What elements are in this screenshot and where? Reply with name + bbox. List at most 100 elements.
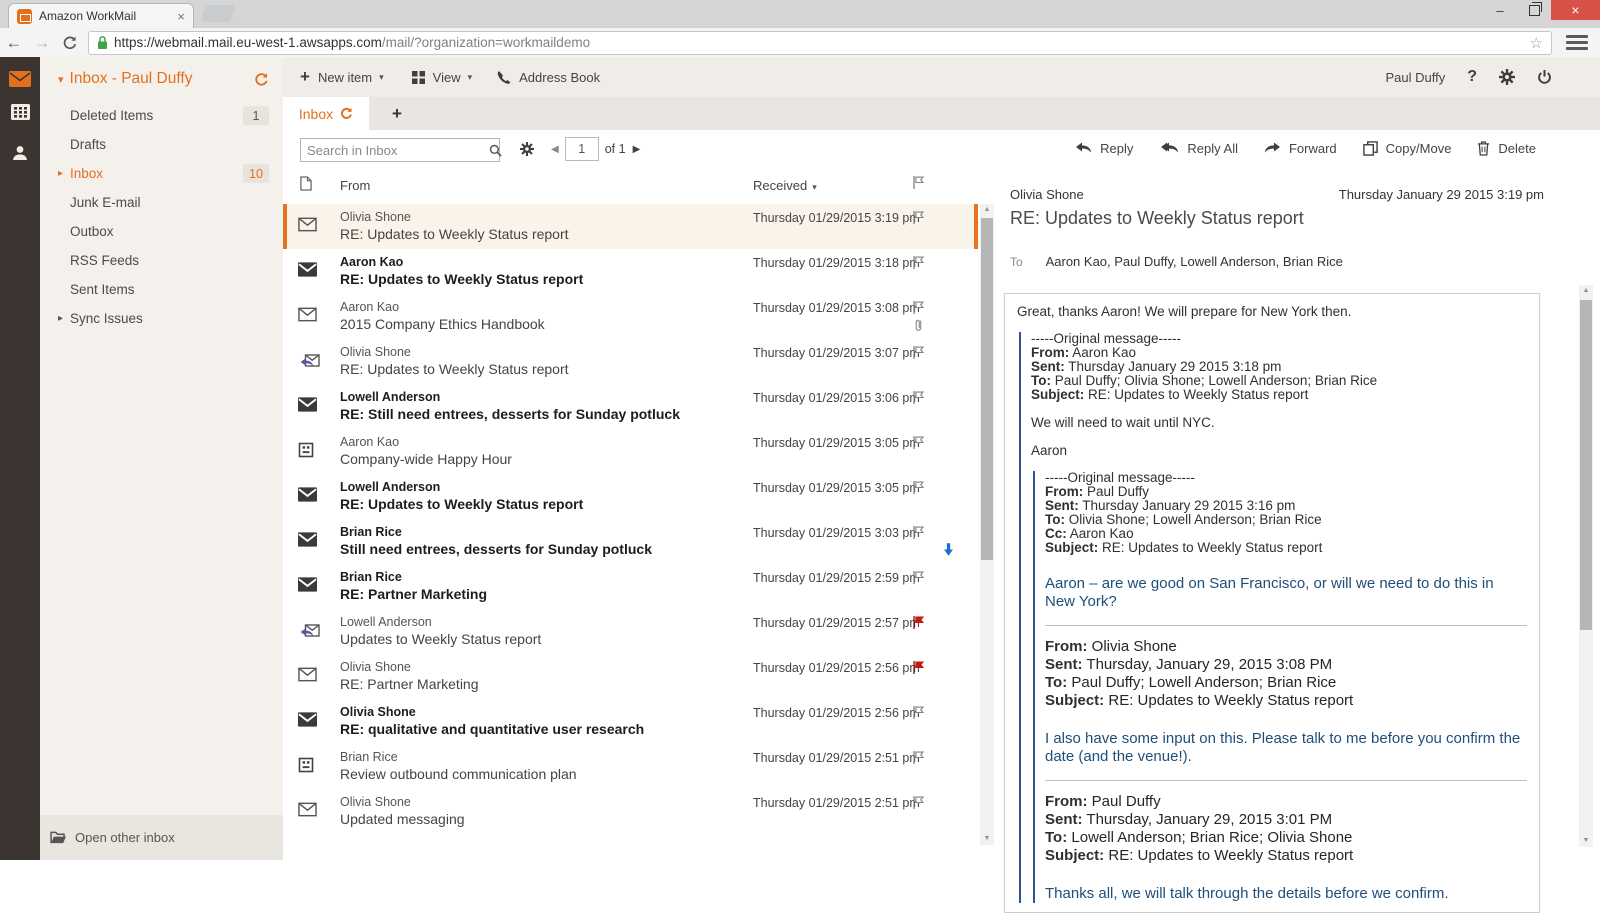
refresh-tab-icon[interactable] (340, 107, 353, 120)
tab-inbox[interactable]: Inbox (283, 97, 369, 130)
help-icon[interactable]: ? (1467, 68, 1477, 86)
settings-gear-icon[interactable] (1499, 69, 1515, 85)
sidebar-folder-item[interactable]: ▸ Deleted Items 1 (40, 101, 283, 130)
folder-expand-icon[interactable]: ▸ (58, 313, 63, 324)
calendar-icon[interactable] (9, 102, 31, 122)
email-list-item[interactable]: Olivia Shone RE: Partner Marketing Thurs… (283, 654, 978, 699)
scroll-down-icon[interactable]: ▼ (980, 833, 994, 845)
sidebar-folder-item[interactable]: ▸ Inbox 10 (40, 159, 283, 188)
sidebar-folder-item[interactable]: ▸ Sent Items (40, 275, 283, 304)
column-from[interactable]: From (340, 178, 370, 193)
minimize-button[interactable]: – (1483, 0, 1517, 20)
copy-icon (1362, 140, 1378, 156)
delete-button[interactable]: Delete (1477, 141, 1536, 156)
list-scrollbar[interactable]: ▲ ▼ (980, 204, 994, 845)
follow-up-flag-icon[interactable] (912, 480, 925, 495)
follow-up-flag-icon[interactable] (912, 750, 925, 765)
meeting-item-icon (298, 442, 314, 458)
follow-up-flag-icon[interactable] (912, 795, 925, 810)
next-page-icon[interactable]: ▶ (633, 144, 641, 155)
column-received[interactable]: Received ▾ (753, 178, 817, 193)
email-list-item[interactable]: Olivia Shone Updated messaging Thursday … (283, 789, 978, 834)
browser-tab[interactable]: Amazon WorkMail × (8, 3, 194, 28)
email-list-item[interactable]: Aaron Kao Company-wide Happy Hour Thursd… (283, 429, 978, 474)
sidebar-folder-item[interactable]: ▸ RSS Feeds (40, 246, 283, 275)
new-item-button[interactable]: + New item ▾ (300, 67, 384, 87)
sidebar-folder-item[interactable]: ▸ Drafts (40, 130, 283, 159)
contacts-icon[interactable] (9, 143, 31, 163)
follow-up-flag-icon[interactable] (912, 210, 925, 225)
prev-page-icon[interactable]: ◀ (551, 144, 559, 155)
mailbox-header[interactable]: ▾ Inbox - Paul Duffy (58, 68, 269, 90)
scroll-up-icon[interactable]: ▲ (980, 204, 994, 216)
follow-up-flag-icon[interactable] (912, 705, 925, 720)
reply-button[interactable]: Reply (1075, 141, 1133, 156)
email-list-item[interactable]: Lowell Anderson Updates to Weekly Status… (283, 609, 978, 654)
forward-button[interactable]: → (28, 33, 56, 53)
follow-up-flag-icon[interactable] (912, 345, 925, 360)
collapse-triangle-icon[interactable]: ▾ (58, 73, 64, 86)
search-icon[interactable] (489, 144, 502, 157)
email-subject: RE: Still need entrees, desserts for Sun… (340, 406, 680, 422)
mail-icon[interactable] (9, 69, 31, 89)
refresh-folders-icon[interactable] (254, 72, 269, 87)
email-list-item[interactable]: Brian Rice Still need entrees, desserts … (283, 519, 978, 564)
follow-up-flag-icon[interactable] (912, 615, 925, 630)
list-scrollbar-thumb[interactable] (981, 218, 993, 560)
scroll-down-icon[interactable]: ▼ (1579, 835, 1593, 847)
browser-menu-icon[interactable] (1562, 32, 1592, 53)
logout-power-icon[interactable] (1537, 69, 1552, 85)
quote-header-line: From: Olivia Shone (1045, 638, 1177, 655)
scroll-up-icon[interactable]: ▲ (1579, 285, 1593, 297)
url-bar[interactable]: https://webmail.mail.eu-west-1.awsapps.c… (88, 30, 1552, 55)
read-mail-icon (298, 307, 317, 322)
follow-up-flag-icon[interactable] (912, 525, 925, 540)
email-list-item[interactable]: Lowell Anderson RE: Still need entrees, … (283, 384, 978, 429)
reading-scrollbar-thumb[interactable] (1580, 300, 1592, 630)
follow-up-flag-icon[interactable] (912, 660, 925, 675)
sidebar-folder-item[interactable]: ▸ Sync Issues (40, 304, 283, 333)
add-tab-button[interactable]: + (383, 97, 411, 130)
new-tab-button[interactable] (200, 5, 236, 22)
email-list-item[interactable]: Olivia Shone RE: qualitative and quantit… (283, 699, 978, 744)
follow-up-flag-icon[interactable] (912, 390, 925, 405)
follow-up-flag-icon[interactable] (912, 255, 925, 270)
search-input[interactable] (301, 142, 489, 158)
email-list-item[interactable]: Brian Rice RE: Partner Marketing Thursda… (283, 564, 978, 609)
email-list-item[interactable]: Aaron Kao RE: Updates to Weekly Status r… (283, 249, 978, 294)
page-number-input[interactable] (564, 137, 599, 161)
email-list-item[interactable]: Olivia Shone RE: Updates to Weekly Statu… (283, 204, 978, 249)
copy-move-button[interactable]: Copy/Move (1362, 140, 1451, 156)
bookmark-star-icon[interactable]: ☆ (1530, 34, 1543, 52)
sidebar-folder-item[interactable]: ▸ Junk E-mail (40, 188, 283, 217)
reading-scrollbar[interactable]: ▲ ▼ (1579, 285, 1593, 847)
follow-up-flag-icon[interactable] (912, 570, 925, 585)
follow-up-flag-icon[interactable] (912, 435, 925, 450)
folder-label: Outbox (70, 224, 114, 239)
item-type-column-icon[interactable] (300, 176, 312, 191)
address-book-button[interactable]: Address Book (496, 70, 600, 85)
email-list-item[interactable]: Aaron Kao 2015 Company Ethics Handbook T… (283, 294, 978, 339)
current-user-label[interactable]: Paul Duffy (1385, 70, 1445, 85)
view-button[interactable]: View ▾ (411, 70, 472, 85)
tab-close-icon[interactable]: × (177, 9, 185, 24)
reply-all-button[interactable]: Reply All (1159, 141, 1238, 156)
quote-header-line: Subject: RE: Updates to Weekly Status re… (1045, 540, 1323, 555)
column-flag-icon[interactable] (912, 175, 925, 190)
restore-button[interactable] (1517, 0, 1551, 20)
folder-expand-icon[interactable]: ▸ (58, 168, 63, 179)
search-box[interactable] (300, 138, 502, 162)
quote-header-line: From: Paul Duffy (1045, 793, 1161, 810)
sidebar-folder-item[interactable]: ▸ Outbox (40, 217, 283, 246)
email-list-item[interactable]: Olivia Shone RE: Updates to Weekly Statu… (283, 339, 978, 384)
reload-button[interactable] (56, 35, 84, 51)
email-list-item[interactable]: Brian Rice Review outbound communication… (283, 744, 978, 789)
follow-up-flag-icon[interactable] (912, 300, 925, 315)
open-other-inbox-button[interactable]: Open other inbox (40, 815, 283, 860)
email-list-item[interactable]: Lowell Anderson RE: Updates to Weekly St… (283, 474, 978, 519)
search-settings-gear-icon[interactable] (520, 142, 534, 156)
close-button[interactable]: × (1551, 0, 1600, 20)
forward-button[interactable]: Forward (1264, 141, 1337, 156)
back-button[interactable]: ← (0, 33, 28, 53)
sort-caret-icon: ▾ (812, 182, 817, 192)
